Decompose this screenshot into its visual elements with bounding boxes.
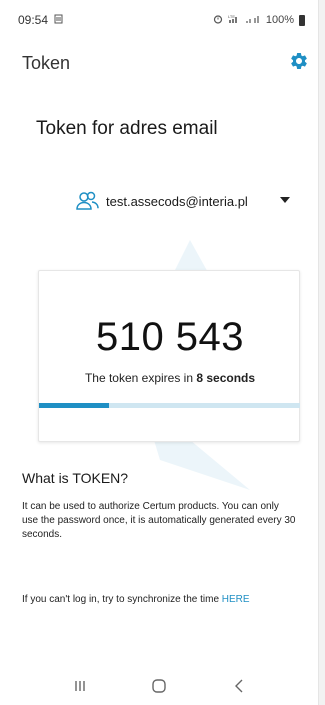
phone-screen: 09:54 LTE 100% Token Token for adres ema… bbox=[0, 0, 325, 705]
back-button[interactable] bbox=[224, 679, 254, 699]
sync-line: If you can't log in, try to synchronize … bbox=[22, 594, 250, 605]
token-progress-bar bbox=[39, 403, 300, 408]
alarm-icon bbox=[213, 14, 223, 27]
app-title: Token bbox=[22, 52, 71, 73]
home-button[interactable] bbox=[144, 679, 174, 699]
page-heading: Token for adres email bbox=[36, 118, 218, 139]
token-expiry-value: 8 seconds bbox=[196, 371, 256, 385]
app-bar: Token bbox=[0, 40, 319, 86]
token-card: 510 543 The token expires in 8 seconds bbox=[38, 270, 300, 442]
sync-text: If you can't log in, try to synchronize … bbox=[22, 594, 222, 605]
status-time: 09:54 bbox=[18, 13, 49, 27]
token-code: 510 543 bbox=[95, 315, 245, 359]
chevron-down-icon[interactable] bbox=[280, 197, 290, 203]
token-progress-fill bbox=[39, 403, 110, 408]
info-title: What is TOKEN? bbox=[22, 470, 129, 486]
status-bar: 09:54 LTE 100% bbox=[0, 0, 319, 40]
sync-link[interactable]: HERE bbox=[222, 594, 250, 605]
token-expiry-prefix: The token expires in bbox=[84, 371, 197, 385]
gear-icon bbox=[289, 51, 309, 76]
recents-button[interactable] bbox=[65, 679, 95, 699]
lte-icon: LTE bbox=[228, 14, 240, 27]
settings-button[interactable] bbox=[287, 51, 311, 75]
battery-percent: 100% bbox=[265, 14, 294, 26]
svg-text:LTE: LTE bbox=[228, 14, 235, 19]
account-email: test.assecods@interia.pl bbox=[106, 193, 248, 209]
back-icon bbox=[233, 679, 245, 698]
users-icon bbox=[76, 190, 100, 212]
status-left: 09:54 bbox=[18, 13, 63, 27]
recents-icon bbox=[73, 679, 87, 698]
token-expiry: The token expires in 8 seconds bbox=[39, 371, 301, 385]
status-right: LTE 100% bbox=[213, 14, 305, 27]
navigation-bar bbox=[0, 672, 319, 705]
signal-icon bbox=[245, 14, 261, 27]
home-icon bbox=[151, 678, 167, 699]
battery-icon bbox=[299, 14, 305, 26]
info-body: It can be used to authorize Certum produ… bbox=[22, 501, 296, 540]
notification-icon bbox=[54, 14, 63, 27]
